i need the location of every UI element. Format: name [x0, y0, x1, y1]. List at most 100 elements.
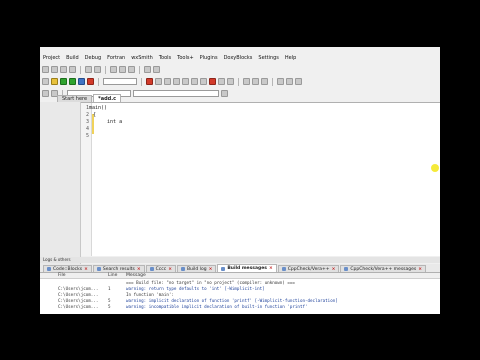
menu-plugins[interactable]: Plugins	[197, 54, 221, 63]
menu-build[interactable]: Build	[63, 54, 82, 63]
column-header-file[interactable]: File	[58, 273, 66, 279]
previous-bookmark-icon[interactable]	[286, 78, 293, 85]
build-icon[interactable]	[51, 78, 58, 85]
stop-debugger-icon[interactable]	[209, 78, 216, 85]
toggle-bookmark-icon[interactable]	[277, 78, 284, 85]
toolbar-separator	[272, 77, 273, 86]
debugging-windows-icon[interactable]	[218, 78, 225, 85]
open-file-icon[interactable]	[51, 66, 58, 73]
build-messages-list[interactable]: File Line Message === Build file: "no ta…	[40, 273, 440, 314]
logs-panel-title: Logs & others	[40, 257, 440, 263]
redo-icon[interactable]	[94, 66, 101, 73]
undo-icon[interactable]	[85, 66, 92, 73]
debug-icon[interactable]	[146, 78, 153, 85]
new-file-icon[interactable]	[42, 66, 49, 73]
search-icon[interactable]	[221, 90, 228, 97]
step-into-instruction-icon[interactable]	[200, 78, 207, 85]
tab-cppcheck-vera-messages[interactable]: CppCheck/Vera++ messages ×	[340, 265, 427, 273]
build-icon	[180, 267, 185, 271]
line-number-gutter: 1 2 3 4 5	[81, 103, 92, 256]
tab-label: CppCheck/Vera++	[287, 266, 330, 272]
menu-help[interactable]: Help	[282, 54, 299, 63]
code-editor[interactable]: 1 2 3 4 5 main() { int a	[81, 102, 440, 256]
run-to-cursor-icon[interactable]	[155, 78, 162, 85]
step-into-icon[interactable]	[173, 78, 180, 85]
main-toolbar	[40, 64, 440, 75]
toolbar-separator	[238, 77, 239, 86]
build-icon	[221, 266, 226, 271]
build-target-dropdown[interactable]	[103, 78, 137, 85]
run-icon[interactable]	[60, 78, 67, 85]
jump-back-icon[interactable]	[252, 78, 259, 85]
close-icon[interactable]: ×	[418, 266, 422, 273]
tab-label: Code::Blocks	[53, 266, 83, 272]
close-icon[interactable]: ×	[168, 266, 172, 273]
save-all-icon[interactable]	[69, 66, 76, 73]
log-row[interactable]: C:\Users\jcom... 5 warning: incompatible…	[40, 304, 440, 310]
tab-codeblocks-log[interactable]: Code::Blocks ×	[43, 265, 92, 272]
jump-forward-icon[interactable]	[261, 78, 268, 85]
log-line: 5	[108, 304, 111, 309]
find-icon[interactable]	[144, 66, 151, 73]
code-toolbar-icon[interactable]	[42, 90, 49, 97]
tab-label: Build messages	[227, 266, 267, 271]
log-icon	[149, 267, 154, 271]
menu-settings[interactable]: Settings	[255, 54, 282, 63]
close-icon[interactable]: ×	[137, 266, 141, 273]
rebuild-icon[interactable]	[78, 78, 85, 85]
menu-doxyblocks[interactable]: DoxyBlocks	[221, 54, 256, 63]
next-bookmark-icon[interactable]	[295, 78, 302, 85]
close-icon[interactable]: ×	[209, 266, 213, 273]
abort-icon[interactable]	[87, 78, 94, 85]
tab-label: CppCheck/Vera++ messages	[350, 266, 417, 272]
code-line: {	[93, 112, 97, 118]
line-number: 3	[85, 119, 89, 125]
save-icon[interactable]	[60, 66, 67, 73]
settings-icon[interactable]	[42, 78, 49, 85]
toolbar-separator	[141, 77, 142, 86]
log-icon	[281, 267, 286, 271]
copy-icon[interactable]	[119, 66, 126, 73]
toolbar-separator	[139, 65, 140, 74]
tab-add-c[interactable]: *add.c	[93, 94, 122, 102]
toolbar-separator	[98, 77, 99, 86]
menu-debug[interactable]: Debug	[82, 54, 104, 63]
column-header-message[interactable]: Message	[126, 273, 146, 279]
menu-bar: Project Build Debug Fortran wxSmith Tool…	[40, 54, 440, 63]
code-completion-icon[interactable]	[243, 78, 250, 85]
tab-build-log[interactable]: Build log ×	[176, 265, 217, 273]
column-header-line[interactable]: Line	[108, 273, 117, 279]
menu-wxsmith[interactable]: wxSmith	[128, 54, 156, 63]
line-number: 4	[85, 126, 89, 132]
line-number: 5	[85, 133, 89, 139]
menu-fortran[interactable]: Fortran	[104, 54, 128, 63]
close-icon[interactable]: ×	[269, 265, 273, 272]
ide-window: Project Build Debug Fortran wxSmith Tool…	[40, 47, 440, 314]
tab-label: Search results	[102, 266, 135, 272]
close-icon[interactable]: ×	[84, 266, 88, 273]
various-info-icon[interactable]	[227, 78, 234, 85]
menu-tools-plus[interactable]: Tools+	[174, 54, 197, 63]
tab-cppcheck-vera[interactable]: CppCheck/Vera++ ×	[277, 265, 340, 273]
close-icon[interactable]: ×	[332, 266, 336, 273]
cut-icon[interactable]	[110, 66, 117, 73]
tab-start-here[interactable]: Start here	[57, 95, 93, 102]
build-and-run-icon[interactable]	[69, 78, 76, 85]
next-instruction-icon[interactable]	[191, 78, 198, 85]
editor-tabs: Start here *add.c	[57, 94, 122, 102]
menu-project[interactable]: Project	[40, 54, 63, 63]
code-line: main()	[89, 105, 108, 111]
log-message: warning: incompatible implicit declarati…	[126, 304, 308, 309]
tab-search-results[interactable]: Search results ×	[92, 265, 145, 273]
tab-cccc[interactable]: Cccc ×	[145, 265, 176, 273]
replace-icon[interactable]	[153, 66, 160, 73]
build-toolbar	[40, 76, 440, 87]
menu-tools[interactable]: Tools	[156, 54, 174, 63]
log-file: C:\Users\jcom...	[58, 304, 99, 309]
step-out-icon[interactable]	[182, 78, 189, 85]
next-line-icon[interactable]	[164, 78, 171, 85]
function-dropdown[interactable]	[133, 90, 219, 97]
tab-build-messages[interactable]: Build messages ×	[217, 264, 277, 272]
line-number: 2	[85, 112, 89, 118]
paste-icon[interactable]	[128, 66, 135, 73]
